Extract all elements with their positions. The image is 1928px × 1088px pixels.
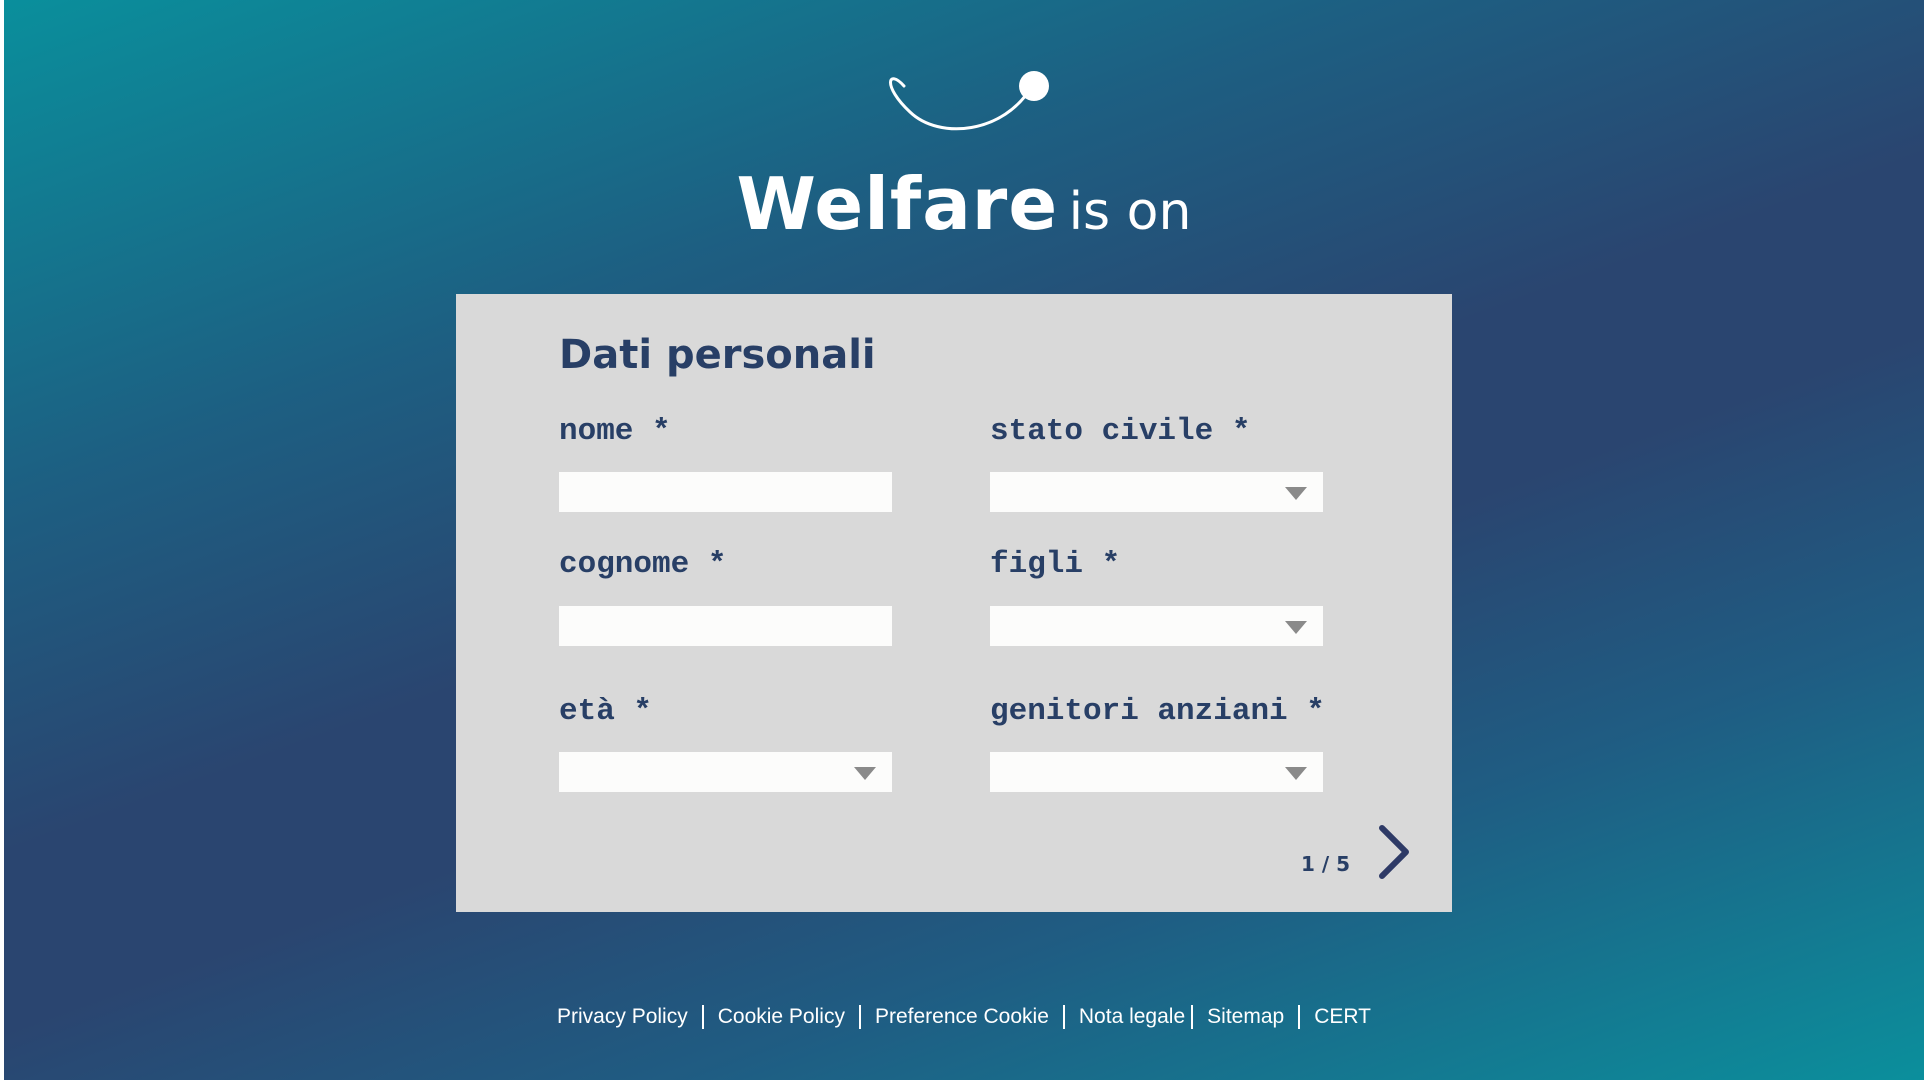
footer-link-cookie-policy[interactable]: Cookie Policy: [718, 1005, 845, 1029]
triangle-down-icon: [1285, 487, 1307, 500]
nome-label: nome *: [559, 414, 671, 449]
genitori-anziani-select[interactable]: [990, 752, 1323, 792]
footer-separator: [701, 1005, 704, 1029]
footer-link-sitemap[interactable]: Sitemap: [1207, 1005, 1284, 1029]
page-indicator: 1 / 5: [1301, 852, 1351, 876]
triangle-down-icon: [854, 767, 876, 780]
footer-separator: [858, 1005, 861, 1029]
figli-label: figli *: [990, 547, 1121, 582]
footer-separator: [1298, 1005, 1301, 1029]
page-background: Welfare is on Dati personali nome * cogn…: [4, 0, 1924, 1080]
figli-select[interactable]: [990, 606, 1323, 646]
stato-civile-label: stato civile *: [990, 414, 1251, 449]
footer-link-nota-legale[interactable]: Nota legale: [1079, 1005, 1185, 1029]
triangle-down-icon: [1285, 621, 1307, 634]
form-title: Dati personali: [559, 332, 876, 378]
triangle-down-icon: [1285, 767, 1307, 780]
footer-separator: [1191, 1005, 1194, 1029]
brand-suffix: is on: [1068, 182, 1192, 242]
footer-link-cert[interactable]: CERT: [1314, 1005, 1371, 1029]
brand-title: Welfare is on: [4, 162, 1924, 246]
footer-link-privacy-policy[interactable]: Privacy Policy: [557, 1005, 688, 1029]
footer-separator: [1062, 1005, 1065, 1029]
eta-select[interactable]: [559, 752, 892, 792]
eta-label: età *: [559, 694, 653, 729]
cognome-label: cognome *: [559, 547, 727, 582]
form-card: Dati personali nome * cognome * età * st…: [456, 294, 1452, 912]
footer-link-preference-cookie[interactable]: Preference Cookie: [875, 1005, 1049, 1029]
stato-civile-select[interactable]: [990, 472, 1323, 512]
nome-input[interactable]: [559, 472, 892, 512]
footer-links: Privacy Policy Cookie Policy Preference …: [4, 1005, 1924, 1029]
genitori-anziani-label: genitori anziani *: [990, 694, 1325, 729]
cognome-input[interactable]: [559, 606, 892, 646]
brand-name: Welfare: [736, 162, 1059, 246]
chevron-right-icon[interactable]: [1374, 822, 1414, 882]
smile-logo-icon: [889, 71, 1049, 131]
